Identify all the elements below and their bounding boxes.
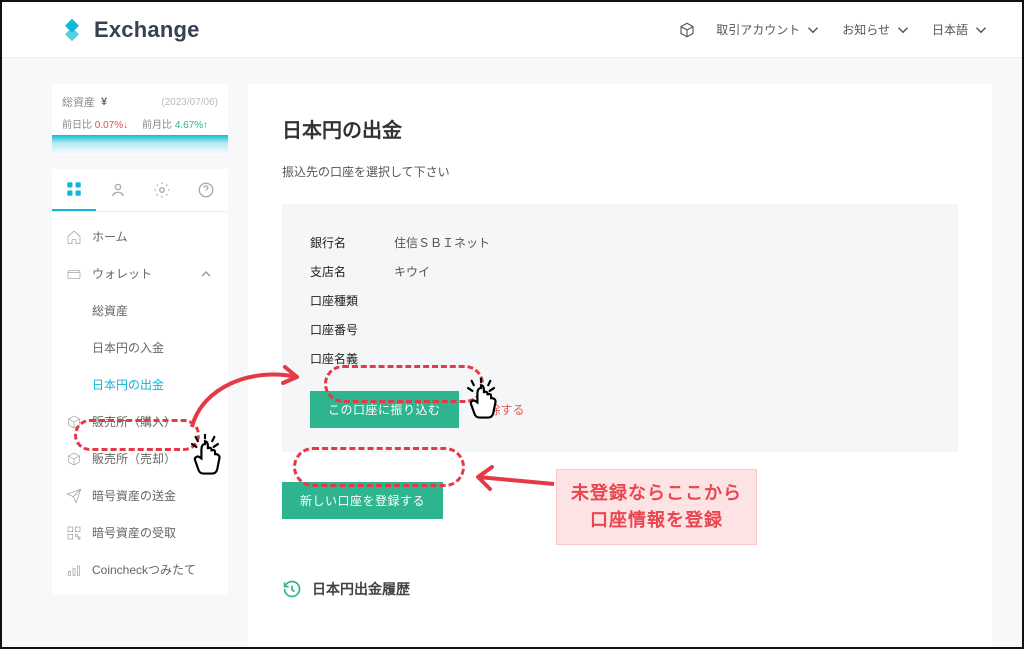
header-account-menu[interactable]: 取引アカウント xyxy=(716,21,822,39)
sidebar-item-wallet[interactable]: ウォレット xyxy=(52,255,228,292)
prev-month-value: 4.67%↑ xyxy=(175,120,208,131)
portfolio-card: 総資産 ¥ (2023/07/06) 前日比 0.07%↓ 前月比 4.67%↑ xyxy=(52,84,228,155)
sidebar-item-label: Coincheckつみたて xyxy=(92,561,196,578)
bank-name-label: 銀行名 xyxy=(310,234,370,251)
withdrawal-history-label: 日本円出金履歴 xyxy=(312,579,410,599)
stacking-icon xyxy=(66,562,82,578)
bank-branch-value: キウイ xyxy=(394,263,430,280)
bank-holder-label: 口座名義 xyxy=(310,350,370,367)
history-icon xyxy=(282,579,302,599)
sidebar-subitem-withdraw-jpy[interactable]: 日本円の出金 xyxy=(52,366,228,403)
sidebar-item-coincheck-staking[interactable]: Coincheckつみたて xyxy=(52,551,228,588)
sidebar-nav-card: ホーム ウォレット 総資産 日本円の入金 日本円の出金 販売所（購入） xyxy=(52,169,228,594)
sidebar-subitem-deposit-jpy[interactable]: 日本円の入金 xyxy=(52,329,228,366)
chevron-down-icon xyxy=(972,21,990,39)
sidebar-item-label: ウォレット xyxy=(92,265,152,282)
brand-text: Exchange xyxy=(94,17,200,43)
register-new-account-button[interactable]: 新しい口座を登録する xyxy=(282,482,443,519)
header-account-label: 取引アカウント xyxy=(716,21,800,38)
transfer-to-account-button[interactable]: この口座に振り込む xyxy=(310,391,459,428)
sidebar-item-label: 暗号資産の送金 xyxy=(92,487,176,504)
bank-branch-label: 支店名 xyxy=(310,263,370,280)
bank-number-label: 口座番号 xyxy=(310,321,370,338)
tab-gear-icon[interactable] xyxy=(140,169,184,211)
tab-user-icon[interactable] xyxy=(96,169,140,211)
header-language-label: 日本語 xyxy=(932,21,968,38)
bank-type-label: 口座種類 xyxy=(310,292,370,309)
header-notice-menu[interactable]: お知らせ xyxy=(842,21,912,39)
sidebar-item-exchange-sell[interactable]: 販売所（売却） xyxy=(52,440,228,477)
chevron-down-icon xyxy=(804,21,822,39)
qr-icon xyxy=(66,525,82,541)
cube-icon xyxy=(66,414,82,430)
tab-help-icon[interactable] xyxy=(184,169,228,211)
sidebar-subitem-total-assets[interactable]: 総資産 xyxy=(52,292,228,329)
header-right: 取引アカウント お知らせ 日本語 xyxy=(678,21,990,39)
sidebar: 総資産 ¥ (2023/07/06) 前日比 0.07%↓ 前月比 4.67%↑ xyxy=(52,84,228,647)
bank-account-box: 銀行名 住信ＳＢＩネット 支店名 キウイ 口座種類 口座番号 口座名義 この口座に振… xyxy=(282,204,958,452)
chevron-down-icon xyxy=(894,21,912,39)
app-layout: 総資産 ¥ (2023/07/06) 前日比 0.07%↓ 前月比 4.67%↑ xyxy=(2,58,1022,647)
portfolio-date: (2023/07/06) xyxy=(161,97,218,108)
sidebar-icon-tabs xyxy=(52,169,228,212)
annotation-line2: 口座情報を登録 xyxy=(571,507,742,534)
portfolio-sparkline xyxy=(52,135,228,155)
delete-account-link[interactable]: 削除する xyxy=(477,401,525,418)
header-notice-label: お知らせ xyxy=(842,21,890,38)
chevron-up-icon xyxy=(198,266,214,282)
page-subtitle: 振込先の口座を選択して下さい xyxy=(282,163,958,180)
cube-icon xyxy=(66,451,82,467)
prev-day-label: 前日比 xyxy=(62,120,92,131)
prev-day-value: 0.07%↓ xyxy=(95,120,128,131)
sidebar-item-label: 販売所（購入） xyxy=(92,413,176,430)
tab-dashboard-icon[interactable] xyxy=(52,169,96,211)
brand-logo-icon xyxy=(58,16,86,44)
bank-name-value: 住信ＳＢＩネット xyxy=(394,234,490,251)
sidebar-item-label: 暗号資産の受取 xyxy=(92,524,176,541)
withdrawal-history-link[interactable]: 日本円出金履歴 xyxy=(282,579,958,599)
portfolio-label: 総資産 xyxy=(62,94,95,110)
brand: Exchange xyxy=(58,16,200,44)
sidebar-nav: ホーム ウォレット 総資産 日本円の入金 日本円の出金 販売所（購入） xyxy=(52,212,228,594)
main-content: 日本円の出金 振込先の口座を選択して下さい 銀行名 住信ＳＢＩネット 支店名 キウイ… xyxy=(248,84,992,647)
sidebar-item-crypto-send[interactable]: 暗号資産の送金 xyxy=(52,477,228,514)
sidebar-item-home[interactable]: ホーム xyxy=(52,218,228,255)
annotation-line1: 未登録ならここから xyxy=(571,480,742,507)
sidebar-item-exchange-buy[interactable]: 販売所（購入） xyxy=(52,403,228,440)
bank-holder-value xyxy=(394,350,442,367)
bank-number-value xyxy=(394,321,430,338)
sidebar-item-crypto-receive[interactable]: 暗号資産の受取 xyxy=(52,514,228,551)
prev-month-label: 前月比 xyxy=(142,120,172,131)
sidebar-item-label: 販売所（売却） xyxy=(92,450,176,467)
app-header: Exchange 取引アカウント お知らせ 日本語 xyxy=(2,2,1022,58)
paper-plane-icon xyxy=(66,488,82,504)
annotation-text-box: 未登録ならここから 口座情報を登録 xyxy=(556,469,757,545)
wallet-icon xyxy=(66,266,82,282)
bank-type-value xyxy=(394,292,418,309)
header-language-menu[interactable]: 日本語 xyxy=(932,21,990,39)
header-cube-icon[interactable] xyxy=(678,21,696,39)
sidebar-item-label: ホーム xyxy=(92,228,128,245)
portfolio-currency: ¥ xyxy=(101,96,107,108)
page-title: 日本円の出金 xyxy=(282,114,958,143)
